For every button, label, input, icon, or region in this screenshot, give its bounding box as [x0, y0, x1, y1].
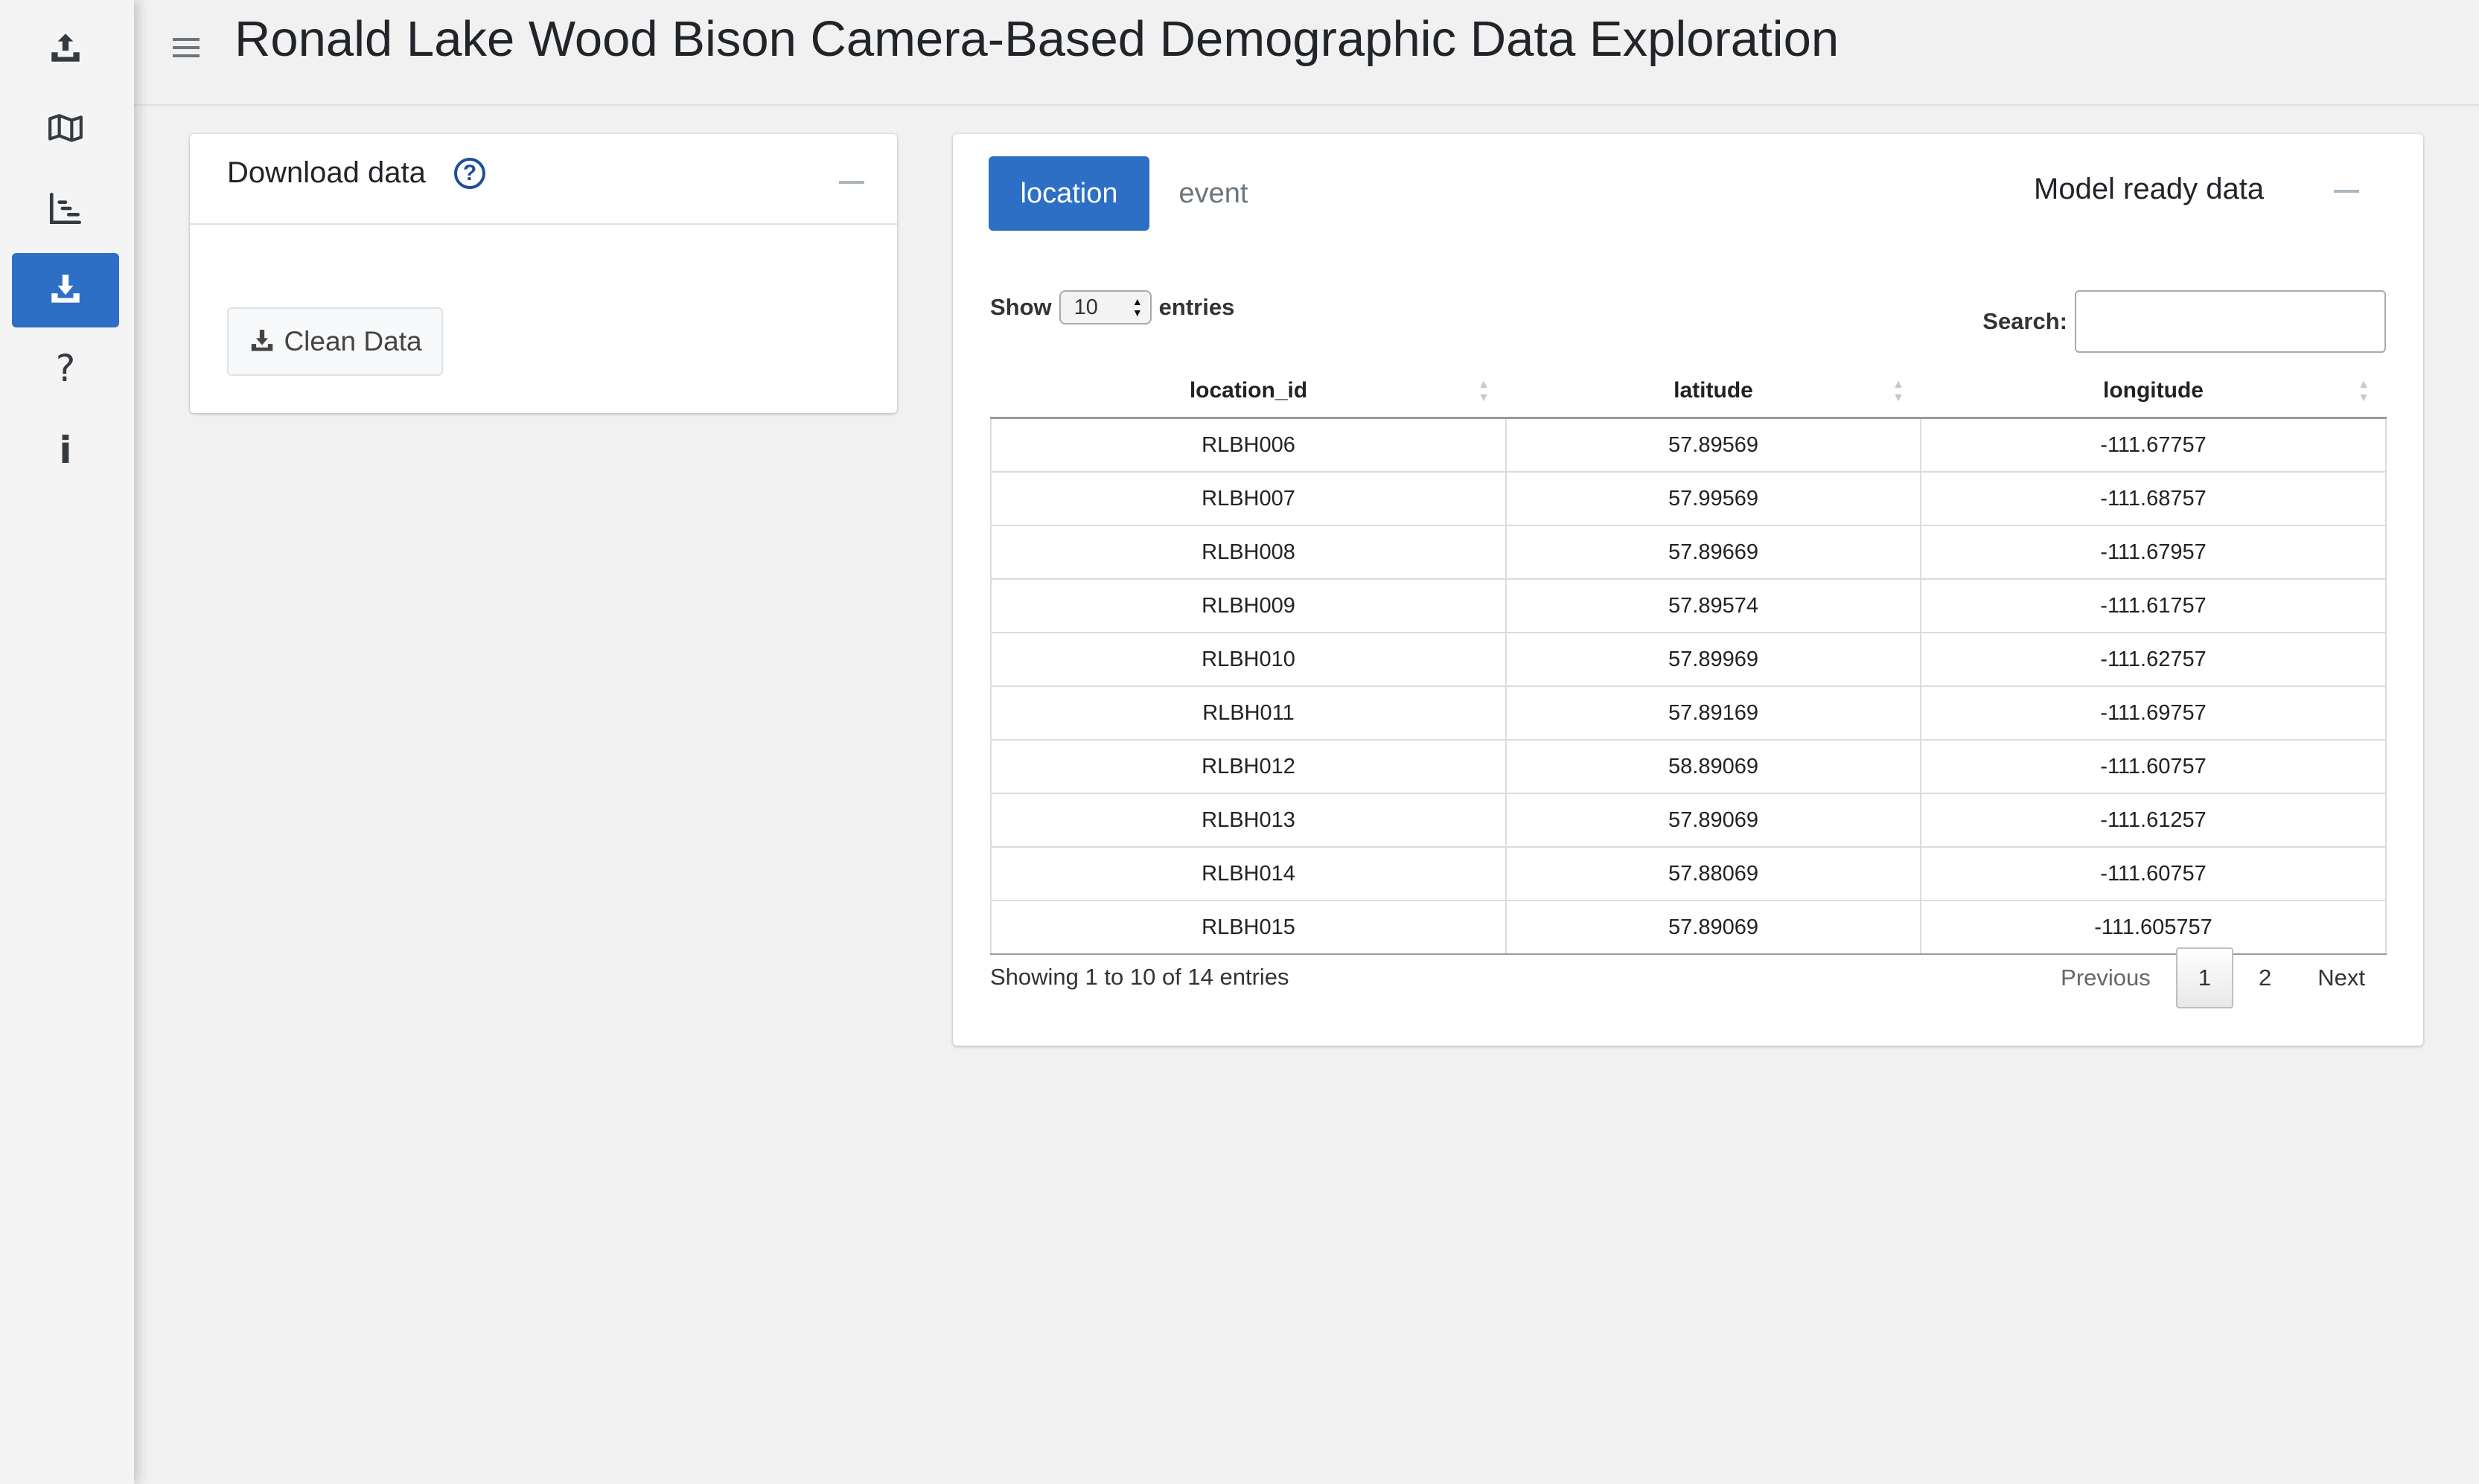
sort-icon: ▲ ▼	[1892, 378, 1904, 404]
page-1-button[interactable]: 1	[2175, 947, 2233, 1008]
page-length-control: Show 10 ▲ ▼ entries	[990, 290, 1234, 324]
table-info: Showing 1 to 10 of 14 entries	[990, 964, 1289, 990]
table-row: RLBH006 57.89569 -111.67757	[990, 417, 2387, 473]
sidebar-item-chart[interactable]	[12, 171, 119, 246]
previous-page-button[interactable]: Previous	[2040, 947, 2172, 1008]
sidebar: ? i	[0, 0, 134, 1484]
cell-longitude: -111.61257	[1920, 793, 2387, 848]
clean-data-button[interactable]: Clean Data	[227, 307, 443, 376]
table-search: Search:	[1982, 290, 2386, 353]
sidebar-item-info[interactable]: i	[12, 413, 119, 487]
cell-latitude: 57.89669	[1505, 525, 1921, 580]
collapse-icon[interactable]	[839, 181, 864, 184]
cell-location-id: RLBH015	[990, 900, 1507, 955]
table-row: RLBH014 57.88069 -111.60757	[990, 846, 2387, 901]
cell-location-id: RLBH013	[990, 793, 1507, 848]
sidebar-item-upload[interactable]	[12, 10, 119, 85]
cell-location-id: RLBH008	[990, 525, 1507, 580]
collapse-icon[interactable]	[2334, 190, 2359, 193]
search-label: Search:	[1982, 308, 2067, 334]
column-header-latitude[interactable]: latitude ▲ ▼	[1506, 365, 1921, 419]
download-data-card: Download data ? Clean Data	[190, 134, 897, 413]
tab-event[interactable]: event	[1169, 156, 1258, 231]
cell-location-id: RLBH014	[990, 846, 1507, 901]
page-title: Ronald Lake Wood Bison Camera-Based Demo…	[234, 11, 1840, 67]
card-title: Model ready data	[2034, 173, 2265, 205]
table-row: RLBH007 57.99569 -111.68757	[990, 471, 2387, 526]
cell-latitude: 57.89969	[1505, 632, 1921, 687]
cell-longitude: -111.67957	[1920, 525, 2387, 580]
cell-location-id: RLBH010	[990, 632, 1507, 687]
cell-latitude: 57.89069	[1505, 793, 1921, 848]
cell-location-id: RLBH011	[990, 685, 1507, 741]
cell-longitude: -111.60757	[1920, 739, 2387, 794]
cell-location-id: RLBH009	[990, 578, 1507, 633]
cell-location-id: RLBH006	[990, 417, 1507, 473]
pagination: Previous 1 2 Next	[2040, 947, 2386, 1008]
cell-longitude: -111.69757	[1920, 685, 2387, 741]
download-icon	[252, 330, 273, 351]
model-ready-data-card: location event Model ready data Show 10 …	[953, 134, 2423, 1046]
cell-latitude: 58.89069	[1505, 739, 1921, 794]
column-label: longitude	[2103, 378, 2204, 403]
cell-longitude: -111.62757	[1920, 632, 2387, 687]
download-icon	[51, 275, 80, 303]
sort-icon: ▲ ▼	[1478, 378, 1490, 404]
cell-longitude: -111.67757	[1920, 417, 2387, 473]
info-icon: i	[59, 429, 72, 472]
cell-latitude: 57.89574	[1505, 578, 1921, 633]
tab-location[interactable]: location	[989, 156, 1149, 231]
sidebar-item-map[interactable]	[12, 91, 119, 165]
sort-icon: ▲ ▼	[2358, 378, 2370, 404]
search-input[interactable]	[2075, 290, 2386, 353]
table-row: RLBH013 57.89069 -111.61257	[990, 793, 2387, 848]
data-table: location_id ▲ ▼ latitude ▲ ▼ longitude ▲ ▼ …	[990, 365, 2387, 955]
table-row: RLBH009 57.89574 -111.61757	[990, 578, 2387, 633]
sidebar-item-help[interactable]: ?	[12, 331, 119, 406]
cell-latitude: 57.88069	[1505, 846, 1921, 901]
page-length-select[interactable]: 10 ▲ ▼	[1059, 290, 1152, 324]
next-page-button[interactable]: Next	[2297, 947, 2386, 1008]
cell-longitude: -111.68757	[1920, 471, 2387, 526]
upload-icon	[51, 33, 80, 62]
chart-icon	[49, 192, 82, 225]
cell-latitude: 57.89169	[1505, 685, 1921, 741]
cell-location-id: RLBH007	[990, 471, 1507, 526]
show-label: Show	[990, 294, 1052, 320]
table-row: RLBH011 57.89169 -111.69757	[990, 685, 2387, 741]
column-label: latitude	[1674, 378, 1753, 403]
cell-latitude: 57.99569	[1505, 471, 1921, 526]
sidebar-item-download[interactable]	[12, 253, 119, 327]
cell-longitude: -111.60757	[1920, 846, 2387, 901]
card-title: Download data	[227, 156, 426, 189]
cell-longitude: -111.605757	[1920, 900, 2387, 955]
table-row: RLBH008 57.89669 -111.67957	[990, 525, 2387, 580]
select-arrows-icon: ▲ ▼	[1132, 295, 1143, 319]
map-icon	[48, 114, 83, 142]
column-header-longitude[interactable]: longitude ▲ ▼	[1921, 365, 2386, 419]
table-row: RLBH012 58.89069 -111.60757	[990, 739, 2387, 794]
entries-label: entries	[1158, 294, 1235, 320]
column-label: location_id	[1189, 378, 1308, 403]
table-header-row: location_id ▲ ▼ latitude ▲ ▼ longitude ▲ ▼	[991, 365, 2386, 419]
page-2-button[interactable]: 2	[2238, 947, 2292, 1008]
cell-latitude: 57.89069	[1505, 900, 1921, 955]
hamburger-menu-icon[interactable]	[171, 33, 201, 63]
cell-longitude: -111.61757	[1920, 578, 2387, 633]
question-icon: ?	[55, 347, 76, 390]
help-circle-icon[interactable]: ?	[454, 158, 485, 189]
column-header-location-id[interactable]: location_id ▲ ▼	[991, 365, 1506, 419]
table-row: RLBH015 57.89069 -111.605757	[990, 900, 2387, 955]
clean-data-label: Clean Data	[284, 326, 422, 356]
header: Ronald Lake Wood Bison Camera-Based Demo…	[134, 0, 2479, 106]
page-length-value: 10	[1073, 295, 1098, 319]
table-row: RLBH010 57.89969 -111.62757	[990, 632, 2387, 687]
cell-location-id: RLBH012	[990, 739, 1507, 794]
cell-latitude: 57.89569	[1505, 417, 1921, 473]
card-header: Download data ?	[190, 134, 897, 225]
